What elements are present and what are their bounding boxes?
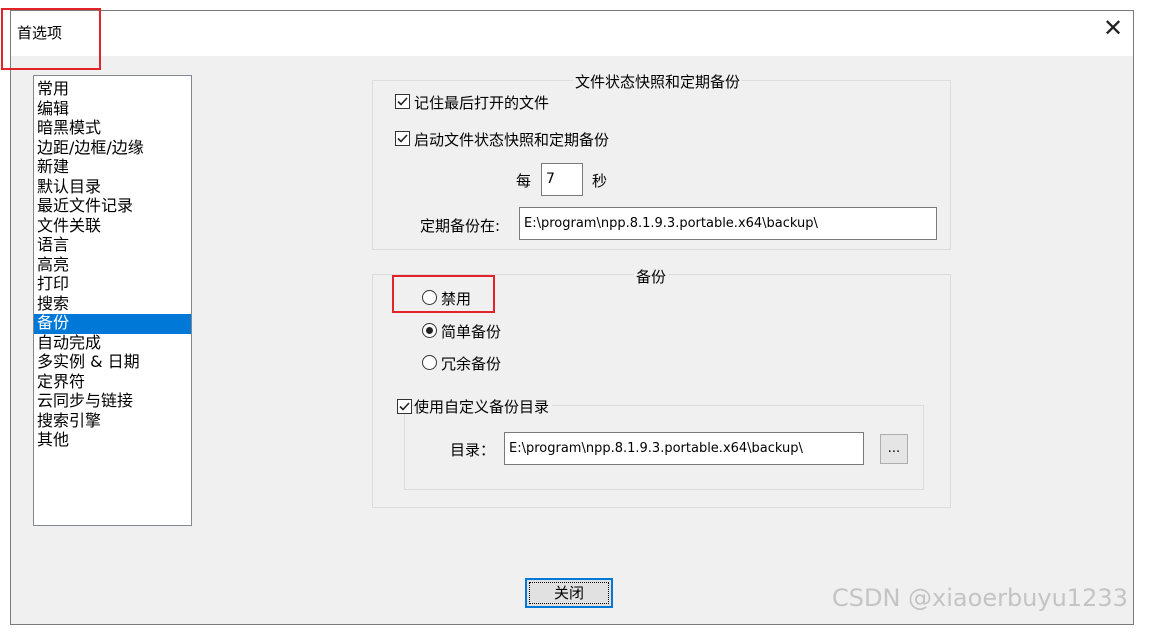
category-list[interactable]: 常用 编辑 暗黑模式 边距/边框/边缘 新建 默认目录 最近文件记录 文件关联 语言 高亮 打印 搜索… xyxy=(33,75,192,526)
custom-dir-label: 使用自定义备份目录 xyxy=(414,396,553,417)
interval-input[interactable]: 7 xyxy=(541,163,583,196)
dir-input[interactable]: E:\program\npp.8.1.9.3.portable.x64\back… xyxy=(504,432,864,465)
enable-snapshot-label: 启动文件状态快照和定期备份 xyxy=(414,131,610,149)
category-item[interactable]: 定界符 xyxy=(34,373,191,393)
checkmark-icon xyxy=(397,134,408,143)
category-item[interactable]: 自动完成 xyxy=(34,334,191,354)
close-button-label: 关闭 xyxy=(553,584,584,602)
dir-label: 目录： xyxy=(450,441,496,459)
watermark: CSDN @xiaoerbuyu1233 xyxy=(832,584,1128,612)
custom-dir-checkbox[interactable] xyxy=(397,399,412,414)
seconds-label: 秒 xyxy=(592,172,608,190)
remember-last-checkbox[interactable] xyxy=(395,94,410,109)
category-item[interactable]: 最近文件记录 xyxy=(34,197,191,217)
category-item[interactable]: 边距/边框/边缘 xyxy=(34,139,191,159)
close-button[interactable]: 关闭 xyxy=(525,578,613,608)
category-item[interactable]: 暗黑模式 xyxy=(34,119,191,139)
backup-path-label: 定期备份在: xyxy=(420,217,501,235)
category-item[interactable]: 默认目录 xyxy=(34,178,191,198)
backup-verbose-label: 冗余备份 xyxy=(441,355,502,373)
category-item[interactable]: 语言 xyxy=(34,236,191,256)
remember-last-label: 记住最后打开的文件 xyxy=(414,94,550,112)
category-item[interactable]: 常用 xyxy=(34,80,191,100)
snapshot-group-title: 文件状态快照和定期备份 xyxy=(573,71,743,92)
checkmark-icon xyxy=(397,97,408,106)
category-item[interactable]: 高亮 xyxy=(34,256,191,276)
annotation-title-box xyxy=(1,8,101,70)
category-item[interactable]: 文件关联 xyxy=(34,217,191,237)
annotation-disable-box xyxy=(392,275,495,313)
checkmark-icon xyxy=(399,402,410,411)
radio-dot xyxy=(426,327,433,334)
category-item[interactable]: 新建 xyxy=(34,158,191,178)
category-item[interactable]: 编辑 xyxy=(34,100,191,120)
backup-simple-radio[interactable] xyxy=(422,323,437,338)
category-item[interactable]: 云同步与链接 xyxy=(34,392,191,412)
browse-button[interactable]: ... xyxy=(880,434,908,464)
backup-group-title: 备份 xyxy=(634,266,669,287)
category-item[interactable]: 打印 xyxy=(34,275,191,295)
category-item[interactable]: 备份 xyxy=(34,314,191,334)
backup-path-input[interactable]: E:\program\npp.8.1.9.3.portable.x64\back… xyxy=(519,207,937,240)
close-icon[interactable]: ✕ xyxy=(1098,10,1128,46)
category-item[interactable]: 多实例 & 日期 xyxy=(34,353,191,373)
backup-simple-label: 简单备份 xyxy=(441,323,502,341)
category-item[interactable]: 搜索引擎 xyxy=(34,412,191,432)
title-bar: 首选项 xyxy=(10,10,1134,56)
backup-verbose-radio[interactable] xyxy=(422,355,437,370)
category-item[interactable]: 搜索 xyxy=(34,295,191,315)
enable-snapshot-checkbox[interactable] xyxy=(395,131,410,146)
category-item[interactable]: 其他 xyxy=(34,431,191,451)
every-label: 每 xyxy=(516,172,532,190)
